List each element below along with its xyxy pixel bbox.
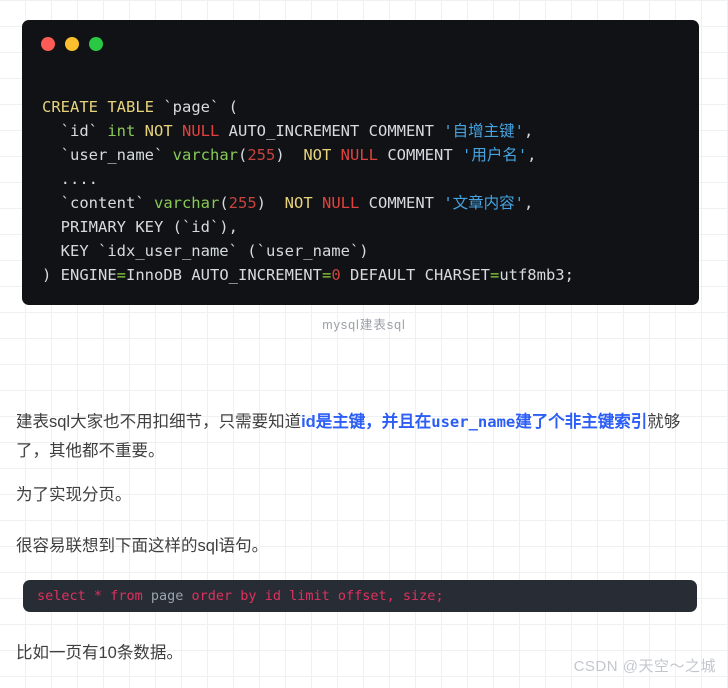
code-token: PRIMARY KEY (`id`), [42,218,238,236]
paragraph-1-highlight-a: id是主键，并且在 [301,413,432,431]
code-token: ( [219,98,238,116]
code-line: ) ENGINE=InnoDB AUTO_INCREMENT=0 DEFAULT… [42,263,679,287]
sql-code-body: CREATE TABLE `page` ( `id` int NOT NULL … [22,95,699,287]
code-line: `id` int NOT NULL AUTO_INCREMENT COMMENT… [42,119,679,143]
inline-sql-snippet-text: select * from page order by id limit off… [37,587,444,605]
code-token: NULL [340,146,378,164]
code-card-titlebar [22,20,699,68]
sql-token: select [37,588,86,604]
sql-token: ; [435,588,444,604]
code-token: NOT [284,194,313,212]
code-token: '文章内容' [443,194,524,212]
code-token: 255 [228,194,257,212]
code-token: ) [275,146,304,164]
code-image-caption: mysql建表sql [322,318,406,332]
code-line: KEY `idx_user_name` (`user_name`) [42,239,679,263]
code-token: COMMENT [378,146,462,164]
paragraph-1-text-lead: 建表sql大家也不用扣细节，只需要知道 [16,413,302,431]
sql-token: from [110,588,143,604]
code-token: varchar [172,146,238,164]
code-token: ) [256,194,285,212]
paragraph-create-table-note: 建表sql大家也不用扣细节，只需要知道id是主键，并且在user_name建了个… [16,408,706,466]
sql-token: id [264,588,281,604]
code-token: `content` [42,194,154,212]
code-token: `user_name` [42,146,173,164]
code-line: CREATE TABLE `page` ( [42,95,679,119]
paragraph-1-highlight-column: user_name [431,413,516,431]
sql-token: offset [337,588,387,604]
code-line: `user_name` varchar(255) NOT NULL COMMEN… [42,143,679,167]
code-line: .... [42,167,679,191]
code-token: 255 [247,146,276,164]
code-token: AUTO_INCREMENT COMMENT [219,122,444,140]
code-line: PRIMARY KEY (`id`), [42,215,679,239]
code-token: = [116,266,126,284]
sql-token: * [93,588,103,604]
code-token: DEFAULT CHARSET [340,266,490,284]
sql-token: , [386,588,403,604]
code-token: ( [219,194,229,212]
close-dot[interactable] [41,37,55,51]
code-token: ) ENGINE [42,266,117,284]
sql-token: limit [289,588,330,604]
code-line: `content` varchar(255) NOT NULL COMMENT … [42,191,679,215]
paragraph-sql-intro: 很容易联想到下面这样的sql语句。 [16,537,269,555]
code-token: = [489,266,500,284]
sql-code-card: CREATE TABLE `page` ( `id` int NOT NULL … [22,20,699,305]
code-token: NULL [322,194,360,212]
article-page: CREATE TABLE `page` ( `id` int NOT NULL … [0,0,728,688]
sql-token: size [402,588,436,604]
code-token: ( [237,146,248,164]
code-token: , [524,194,534,212]
code-token: `page` [163,98,220,116]
code-token: utf8mb3; [499,266,574,284]
code-token: NOT [303,146,332,164]
code-token: `id` [42,122,108,140]
code-token: COMMENT [359,194,444,212]
code-token: KEY `idx_user_name` (`user_name`) [42,242,369,260]
code-token: int [107,122,136,140]
code-token: varchar [153,194,220,212]
code-token: .... [42,170,98,188]
minimize-dot[interactable] [65,37,79,51]
inline-sql-snippet-card: select * from page order by id limit off… [23,580,697,612]
code-token: '用户名' [462,146,528,164]
code-token: NOT [144,122,173,140]
code-token: 0 [331,266,341,284]
code-token: NULL [182,122,220,140]
code-token: CREATE TABLE [42,98,154,116]
code-token: , [523,122,534,140]
code-token: '自增主键' [443,122,524,140]
csdn-watermark: CSDN @天空～之城 [573,658,716,675]
paragraph-1-highlight-b: 建了个非主键索引 [515,413,648,431]
maximize-dot[interactable] [89,37,103,51]
paragraph-pagination-goal: 为了实现分页。 [16,486,132,504]
window-controls [41,37,103,51]
code-token: InnoDB AUTO_INCREMENT [126,266,322,284]
code-token: , [527,146,537,164]
code-token: = [321,266,332,284]
sql-token: order by [191,588,257,604]
sql-token: page [150,588,184,604]
